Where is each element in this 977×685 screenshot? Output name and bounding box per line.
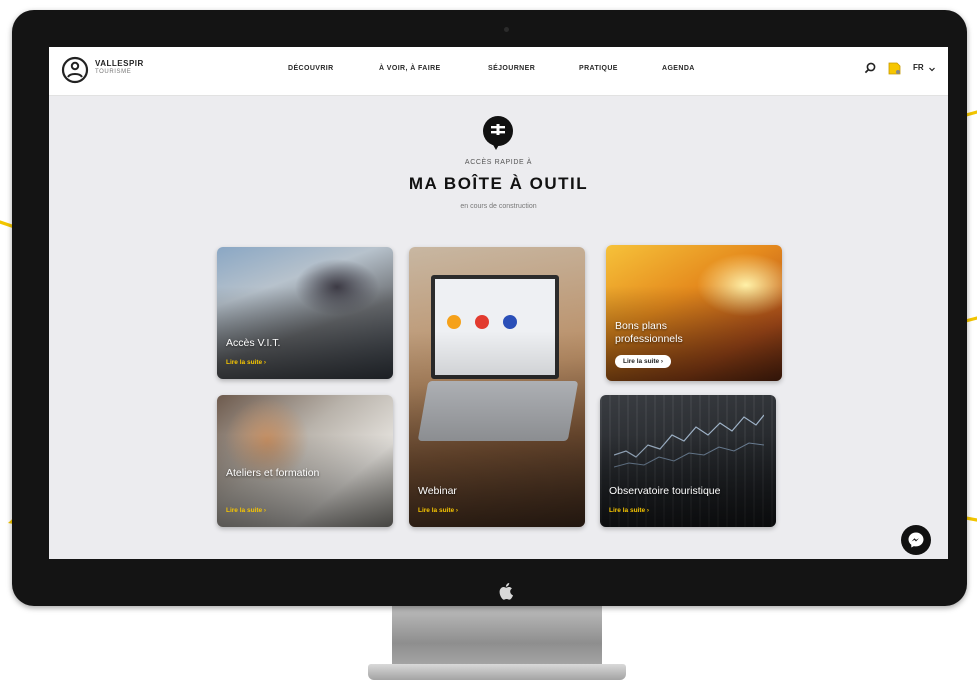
card-title: Ateliers et formation	[226, 467, 320, 479]
card-title: Observatoire touristique	[609, 485, 721, 497]
logo-mark-icon[interactable]	[61, 56, 89, 84]
card-webinar[interactable]: Webinar Lire la suite ›	[409, 247, 585, 527]
card-read-more-link[interactable]: Lire la suite ›	[226, 359, 266, 366]
card-observatoire-touristique[interactable]: Observatoire touristique Lire la suite ›	[600, 395, 776, 527]
messenger-icon	[908, 532, 924, 548]
hero-title: MA BOÎTE À OUTIL	[408, 174, 589, 193]
toolbox-icon	[483, 116, 513, 150]
language-selector[interactable]: FR	[913, 63, 924, 72]
card-title: Bons plans professionnels	[615, 320, 683, 345]
nav-item-sejourner[interactable]: SÉJOURNER	[488, 65, 535, 72]
hero-subtitle: en cours de construction	[460, 203, 537, 210]
search-icon[interactable]	[864, 62, 876, 74]
messenger-chat-button[interactable]	[901, 525, 931, 555]
nav-item-a-voir-a-faire[interactable]: À VOIR, À FAIRE	[379, 65, 441, 72]
card-title: Webinar	[418, 485, 457, 497]
nav-item-agenda[interactable]: AGENDA	[662, 65, 695, 72]
card-ateliers-formation[interactable]: Ateliers et formation Lire la suite ›	[217, 395, 393, 527]
monitor-stand-neck	[392, 606, 602, 668]
monitor-bezel: VALLESPIR TOURISME DÉCOUVRIR À VOIR, À F…	[12, 10, 967, 606]
apple-icon	[499, 583, 513, 600]
card-read-more-button[interactable]: Lire la suite ›	[615, 355, 672, 368]
badge-icon[interactable]	[887, 60, 901, 76]
chevron-down-icon[interactable]	[929, 67, 935, 72]
card-read-more-link[interactable]: Lire la suite ›	[609, 507, 649, 514]
nav-item-pratique[interactable]: PRATIQUE	[579, 65, 618, 72]
brand-name[interactable]: VALLESPIR	[95, 59, 144, 68]
monitor-stand-base	[368, 664, 626, 680]
website-screen: VALLESPIR TOURISME DÉCOUVRIR À VOIR, À F…	[49, 47, 948, 559]
card-bons-plans-professionnels[interactable]: Bons plans professionnels Lire la suite …	[606, 245, 782, 381]
card-title: Accès V.I.T.	[226, 337, 281, 349]
nav-item-decouvrir[interactable]: DÉCOUVRIR	[288, 65, 334, 72]
hero-kicker: ACCÈS RAPIDE À	[464, 159, 533, 166]
card-acces-vit[interactable]: Accès V.I.T. Lire la suite ›	[217, 247, 393, 379]
card-read-more-link[interactable]: Lire la suite ›	[418, 507, 458, 514]
card-read-more-link[interactable]: Lire la suite ›	[226, 507, 266, 514]
top-navbar: VALLESPIR TOURISME DÉCOUVRIR À VOIR, À F…	[49, 47, 948, 96]
camera-dot	[504, 27, 509, 32]
brand-tagline: TOURISME	[95, 69, 132, 75]
